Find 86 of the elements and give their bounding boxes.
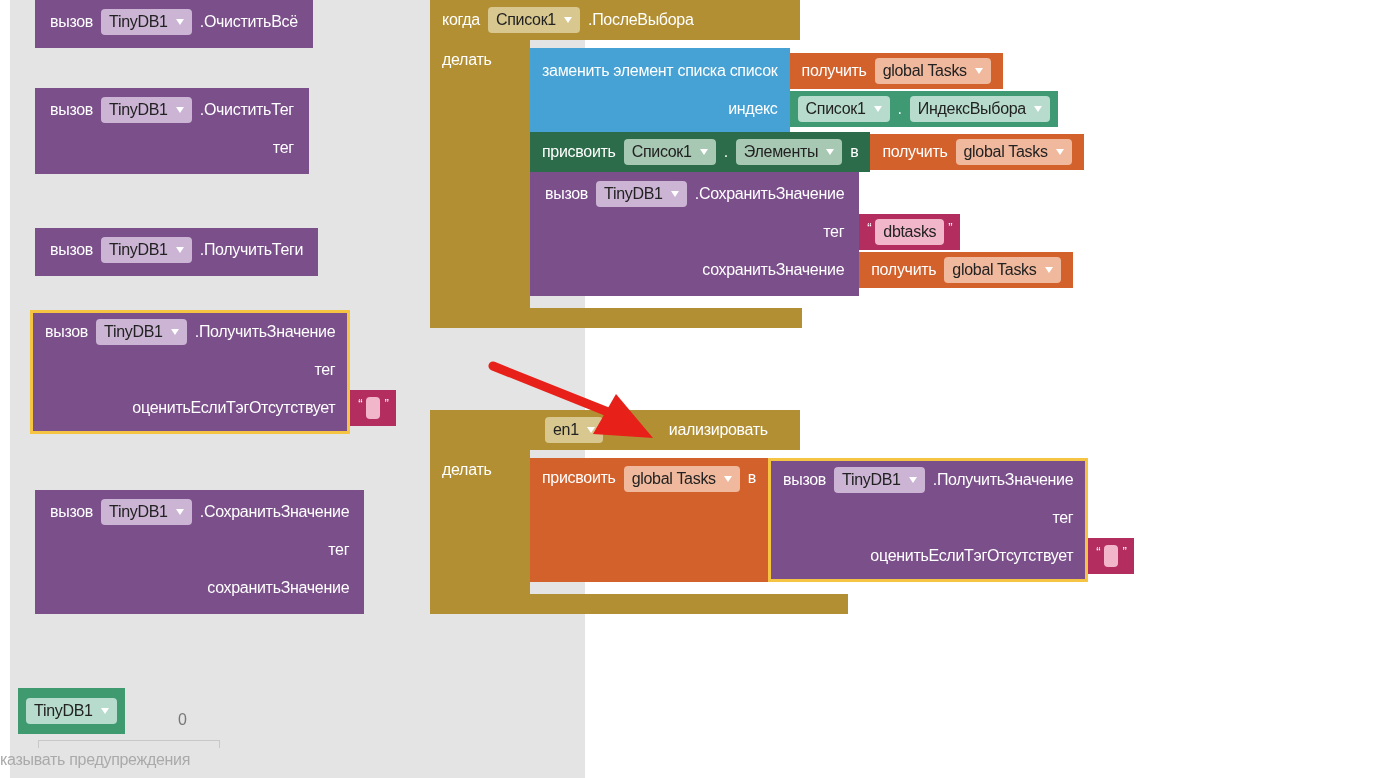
method-name: .ПолучитьЗначение bbox=[932, 470, 1074, 490]
text-field[interactable] bbox=[366, 397, 381, 419]
dropdown-arrow-icon bbox=[1055, 149, 1064, 155]
dropdown-field[interactable]: TinyDB1 bbox=[596, 181, 687, 207]
quote-mark: ” bbox=[384, 395, 389, 413]
dropdown-arrow-icon bbox=[670, 191, 679, 197]
dropdown-arrow-icon bbox=[564, 17, 572, 23]
socket-label: тег bbox=[823, 222, 845, 242]
socket-label: заменить элемент списка список bbox=[542, 61, 778, 81]
dropdown-arrow-icon bbox=[723, 476, 732, 482]
method-name: .СохранитьЗначение bbox=[694, 184, 845, 204]
dropdown-arrow-icon bbox=[175, 247, 184, 253]
dropdown-field[interactable]: Список1 bbox=[623, 139, 716, 165]
dropdown-field[interactable]: TinyDB1 bbox=[101, 237, 192, 263]
method-name: .ОчиститьВсё bbox=[199, 12, 298, 32]
dropdown-field[interactable]: Список1 bbox=[797, 96, 890, 122]
method-name: .ОчиститьТег bbox=[199, 100, 294, 120]
dropdown-arrow-icon bbox=[826, 149, 835, 155]
dropdown-arrow-icon bbox=[175, 19, 184, 25]
block-keyword: присвоить bbox=[542, 142, 616, 162]
block-keyword: когда bbox=[442, 10, 480, 30]
dropdown-arrow-icon bbox=[100, 708, 109, 714]
dropdown-field[interactable]: ИндексВыбора bbox=[909, 96, 1050, 122]
method-name: .ПолучитьЗначение bbox=[194, 322, 336, 342]
block-keyword: получить bbox=[801, 61, 867, 81]
dropdown-arrow-icon bbox=[699, 149, 708, 155]
dropdown-arrow-icon bbox=[873, 106, 882, 112]
dropdown-field[interactable]: TinyDB1 bbox=[101, 9, 192, 35]
dropdown-field[interactable]: TinyDB1 bbox=[26, 698, 117, 724]
block-keyword: в bbox=[747, 468, 756, 488]
socket-label: индекс bbox=[728, 99, 778, 119]
dropdown-field[interactable]: global Tasks bbox=[944, 257, 1061, 283]
block-keyword: вызов bbox=[50, 502, 94, 522]
dropdown-field[interactable]: global Tasks bbox=[874, 58, 991, 84]
dropdown-arrow-icon bbox=[175, 107, 184, 113]
socket-label: сохранитьЗначение bbox=[207, 578, 350, 598]
dot-separator: . bbox=[723, 142, 728, 162]
socket-label: оценитьЕслиТэгОтсутствует bbox=[132, 398, 336, 418]
socket-label: тег bbox=[328, 540, 350, 560]
block-keyword: вызов bbox=[545, 184, 589, 204]
block-keyword: делать bbox=[442, 461, 492, 478]
block-keyword: делать bbox=[442, 51, 492, 68]
quote-mark: ” bbox=[948, 219, 953, 237]
method-name: .ПолучитьТеги bbox=[199, 240, 304, 260]
dropdown-arrow-icon bbox=[974, 68, 983, 74]
dropdown-arrow-icon bbox=[170, 329, 179, 335]
block-keyword: вызов bbox=[50, 12, 94, 32]
block-keyword: присвоить bbox=[542, 468, 616, 488]
block-keyword: вызов bbox=[45, 322, 89, 342]
block-keyword: получить bbox=[871, 260, 937, 280]
method-name: .СохранитьЗначение bbox=[199, 502, 350, 522]
block-keyword: вызов bbox=[50, 240, 94, 260]
socket-label: тег bbox=[272, 138, 294, 158]
dropdown-arrow-icon bbox=[586, 427, 595, 433]
quote-mark: “ bbox=[867, 219, 872, 237]
block-keyword: вызов bbox=[783, 470, 827, 490]
quote-mark: ” bbox=[1122, 543, 1127, 561]
socket-label: сохранитьЗначение bbox=[702, 260, 845, 280]
event-name: иализировать bbox=[668, 420, 768, 440]
dropdown-arrow-icon bbox=[1033, 106, 1042, 112]
event-name: .ПослеВыбора bbox=[588, 10, 694, 30]
block-keyword: вызов bbox=[50, 100, 94, 120]
warnings-toggle[interactable] bbox=[38, 740, 220, 748]
socket-label: тег bbox=[314, 360, 336, 380]
dropdown-field[interactable]: TinyDB1 bbox=[101, 97, 192, 123]
block-keyword: в bbox=[850, 142, 859, 162]
dropdown-field[interactable]: Список1 bbox=[487, 7, 580, 33]
dropdown-field[interactable]: TinyDB1 bbox=[96, 319, 187, 345]
block-keyword: получить bbox=[882, 142, 948, 162]
dropdown-arrow-icon bbox=[908, 477, 917, 483]
socket-label: оценитьЕслиТэгОтсутствует bbox=[870, 546, 1074, 566]
quote-mark: “ bbox=[358, 395, 363, 413]
dot-separator: . bbox=[897, 99, 902, 119]
dropdown-field[interactable]: TinyDB1 bbox=[101, 499, 192, 525]
dropdown-field[interactable]: global Tasks bbox=[623, 466, 740, 492]
quote-mark: “ bbox=[1096, 543, 1101, 561]
dropdown-field[interactable]: Элементы bbox=[735, 139, 843, 165]
socket-label: тег bbox=[1052, 508, 1074, 528]
dropdown-field[interactable]: global Tasks bbox=[955, 139, 1072, 165]
dropdown-arrow-icon bbox=[1044, 267, 1053, 273]
warning-count: 0 bbox=[178, 710, 187, 730]
dropdown-field[interactable]: TinyDB1 bbox=[834, 467, 925, 493]
dropdown-field[interactable]: en1 bbox=[545, 417, 603, 443]
text-field[interactable] bbox=[1104, 545, 1119, 567]
text-field[interactable]: dbtasks bbox=[875, 219, 945, 245]
dropdown-arrow-icon bbox=[175, 509, 184, 515]
